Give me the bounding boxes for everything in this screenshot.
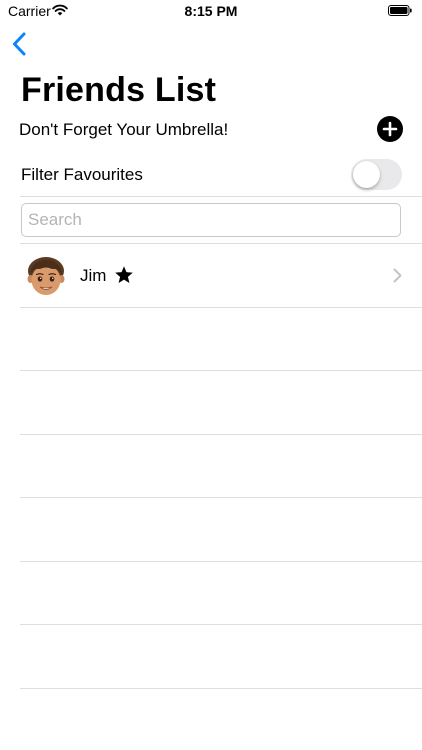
chevron-left-icon xyxy=(13,32,26,56)
friends-list-screen: Carrier 8:15 PM Friends List Don't Forge… xyxy=(0,0,422,750)
plus-circle-icon xyxy=(377,116,403,142)
row-separator xyxy=(20,434,422,435)
friend-name: Jim xyxy=(80,266,107,285)
clock-label: 8:15 PM xyxy=(184,3,238,19)
filter-favourites-toggle[interactable] xyxy=(351,159,402,190)
search-input[interactable] xyxy=(21,203,401,237)
friend-row[interactable]: Jim xyxy=(0,244,422,307)
row-separator xyxy=(20,307,422,308)
row-separator xyxy=(20,624,422,625)
battery-icon xyxy=(388,5,412,16)
status-bar: Carrier 8:15 PM xyxy=(0,0,422,22)
back-button[interactable] xyxy=(9,30,33,58)
row-separator xyxy=(20,561,422,562)
filter-favourites-label: Filter Favourites xyxy=(21,165,143,184)
separator xyxy=(20,196,422,197)
chevron-right-icon xyxy=(393,268,402,283)
toggle-knob xyxy=(353,161,380,188)
add-friend-button[interactable] xyxy=(377,116,403,142)
memoji-avatar-icon xyxy=(27,257,65,295)
row-separator xyxy=(20,688,422,689)
weather-reminder-text: Don't Forget Your Umbrella! xyxy=(19,120,229,139)
row-separator xyxy=(20,497,422,498)
page-title: Friends List xyxy=(21,71,217,109)
row-separator xyxy=(20,370,422,371)
favourite-star-icon xyxy=(115,266,133,283)
